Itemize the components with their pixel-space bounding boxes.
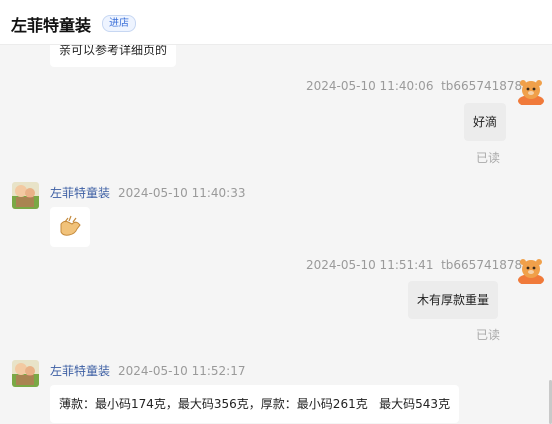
- message-bubble: [50, 207, 90, 247]
- read-status: 已读: [476, 328, 501, 342]
- user-id: tb665741878: [441, 79, 523, 93]
- message-time: 2024-05-10 11:40:06: [306, 79, 434, 93]
- message-meta: 2024-05-10 11:51:41 tb665741878: [306, 258, 522, 272]
- shop-avatar-icon[interactable]: [12, 182, 39, 209]
- message-list[interactable]: 亲可以参考详细页的 2024-05-10 11:40:06 tb66574187…: [0, 45, 552, 424]
- message-bubble: 好滴: [464, 103, 507, 141]
- handshake-emoji-icon: [60, 215, 81, 236]
- enter-store-button[interactable]: 进店: [102, 15, 136, 32]
- message-meta: 左菲特童装 2024-05-10 11:52:17: [50, 362, 245, 379]
- message-meta: 2024-05-10 11:40:06 tb665741878: [306, 79, 522, 93]
- sender-name: 左菲特童装: [50, 186, 111, 200]
- read-status: 已读: [476, 151, 501, 165]
- chat-header: 左菲特童装 进店: [0, 0, 552, 45]
- user-avatar-icon[interactable]: [517, 256, 545, 284]
- shop-avatar-icon[interactable]: [12, 360, 39, 387]
- shop-name: 左菲特童装: [11, 16, 92, 35]
- user-id: tb665741878: [441, 258, 523, 272]
- user-avatar-icon[interactable]: [517, 77, 545, 105]
- message-bubble: 薄款：最小码174克，最大码356克，厚款：最小码261克 最大码543克: [50, 385, 460, 423]
- message-bubble: 亲可以参考详细页的: [50, 45, 177, 67]
- message-time: 2024-05-10 11:51:41: [306, 258, 434, 272]
- message-time: 2024-05-10 11:40:33: [118, 186, 246, 200]
- message-time: 2024-05-10 11:52:17: [118, 364, 246, 378]
- sender-name: 左菲特童装: [50, 364, 111, 378]
- message-meta: 左菲特童装 2024-05-10 11:40:33: [50, 184, 245, 201]
- message-bubble: 木有厚款重量: [408, 281, 499, 319]
